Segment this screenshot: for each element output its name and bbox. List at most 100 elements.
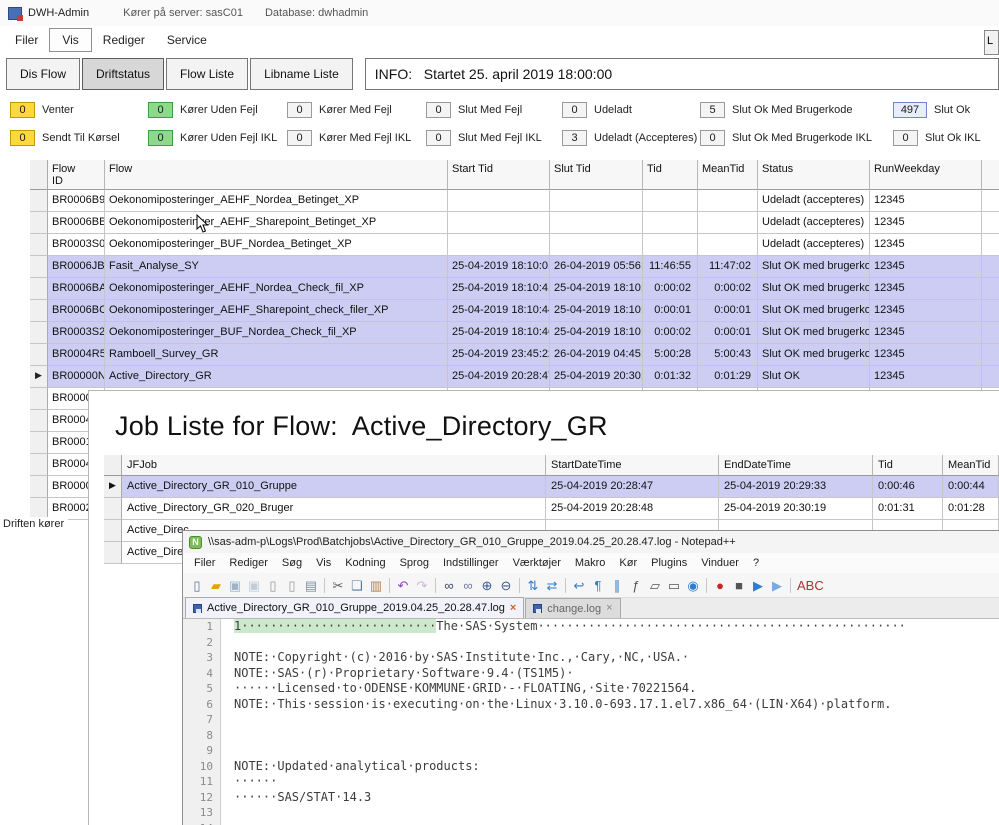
toolbar-icon[interactable] <box>432 576 439 595</box>
column-header[interactable]: Slut Tid <box>550 160 643 190</box>
column-header[interactable]: MeanTid <box>698 160 758 190</box>
menu-item[interactable]: Rediger <box>92 28 156 52</box>
row-selector[interactable] <box>104 498 122 520</box>
row-selector[interactable]: ▶ <box>30 366 48 388</box>
undo-icon[interactable]: ↶ <box>394 576 412 595</box>
column-header[interactable]: MeanTid <box>943 455 999 476</box>
play-macro-icon[interactable]: ▶ <box>749 576 767 595</box>
row-selector[interactable] <box>30 388 48 410</box>
notepad-menu-item[interactable]: Værktøjer <box>506 554 568 572</box>
record-macro-icon[interactable]: ● <box>711 576 729 595</box>
row-selector[interactable] <box>30 432 48 454</box>
column-header[interactable]: Flow ID <box>48 160 105 190</box>
view-tab-button[interactable]: Dis Flow <box>6 58 80 90</box>
notepad-menu-item[interactable]: ? <box>746 554 766 572</box>
new-file-icon[interactable]: ▯ <box>188 576 206 595</box>
show-all-characters-icon[interactable]: ¶ <box>589 576 607 595</box>
document-map-icon[interactable]: ▱ <box>646 576 664 595</box>
row-selector[interactable] <box>104 542 122 564</box>
menu-item[interactable]: Service <box>156 28 218 52</box>
cut-icon[interactable]: ✂ <box>329 576 347 595</box>
flow-row[interactable]: BR0006BC Oekonomiposteringer_AEHF_Sharep… <box>30 300 999 322</box>
column-header[interactable]: Tid <box>643 160 698 190</box>
copy-icon[interactable]: ❏ <box>348 576 366 595</box>
flow-row[interactable]: BR0006JB Fasit_Analyse_SY 25-04-2019 18:… <box>30 256 999 278</box>
flow-row[interactable]: BR0004R5 Ramboell_Survey_GR 25-04-2019 2… <box>30 344 999 366</box>
flow-row[interactable]: BR0006B9 Oekonomiposteringer_AEHF_Nordea… <box>30 190 999 212</box>
run-macro-multiple-icon[interactable]: ▶ <box>768 576 786 595</box>
column-header[interactable]: Tid <box>873 455 943 476</box>
flow-row[interactable]: BR0006BA Oekonomiposteringer_AEHF_Nordea… <box>30 278 999 300</box>
close-all-files-icon[interactable]: ▯ <box>283 576 301 595</box>
notepad-menu-item[interactable]: Kør <box>612 554 644 572</box>
close-file-icon[interactable]: ▯ <box>264 576 282 595</box>
menu-item[interactable]: Filer <box>4 28 49 52</box>
toolbar-icon[interactable] <box>516 576 523 595</box>
flow-row[interactable]: BR0003S2 Oekonomiposteringer_BUF_Nordea_… <box>30 322 999 344</box>
toolbar-icon[interactable] <box>321 576 328 595</box>
notepad-menu-item[interactable]: Rediger <box>222 554 275 572</box>
stop-macro-icon[interactable]: ■ <box>730 576 748 595</box>
flow-row[interactable]: ▶ BR00000N Active_Directory_GR 25-04-201… <box>30 366 999 388</box>
save-all-icon[interactable]: ▣ <box>245 576 263 595</box>
row-selector[interactable] <box>30 256 48 278</box>
flow-row[interactable]: BR0006BB Oekonomiposteringer_AEHF_Sharep… <box>30 212 999 234</box>
corner-button[interactable]: L <box>984 30 999 55</box>
row-selector[interactable] <box>30 322 48 344</box>
find-icon[interactable]: ∞ <box>440 576 458 595</box>
row-selector[interactable] <box>30 410 48 432</box>
row-selector[interactable] <box>104 520 122 542</box>
column-header[interactable]: Flow <box>105 160 448 190</box>
toolbar-icon[interactable] <box>562 576 569 595</box>
notepad-menu-item[interactable]: Vinduer <box>694 554 746 572</box>
open-folder-icon[interactable]: ▰ <box>207 576 225 595</box>
row-selector[interactable] <box>30 278 48 300</box>
redo-icon[interactable]: ↷ <box>413 576 431 595</box>
view-tab-button[interactable]: Driftstatus <box>82 58 164 90</box>
row-selector[interactable] <box>30 344 48 366</box>
log-editor[interactable]: 1 1···························The·SAS·Sy… <box>183 619 999 825</box>
notepad-menu-item[interactable]: Plugins <box>644 554 694 572</box>
tab-close-icon[interactable]: × <box>606 603 612 614</box>
row-selector[interactable]: ▶ <box>104 476 122 498</box>
notepad-menu-item[interactable]: Filer <box>187 554 222 572</box>
toolbar-icon[interactable] <box>386 576 393 595</box>
notepad-menu-item[interactable]: Vis <box>309 554 338 572</box>
notepad-menu-item[interactable]: Kodning <box>338 554 392 572</box>
sync-horizontal-icon[interactable]: ⇄ <box>543 576 561 595</box>
replace-icon[interactable]: ∞ <box>459 576 477 595</box>
column-header[interactable]: Start Tid <box>448 160 550 190</box>
row-selector[interactable] <box>30 300 48 322</box>
row-selector[interactable] <box>30 454 48 476</box>
zoom-in-icon[interactable]: ⊕ <box>478 576 496 595</box>
word-wrap-icon[interactable]: ↩ <box>570 576 588 595</box>
notepad-titlebar[interactable]: N \\sas-adm-p\Logs\Prod\Batchjobs\Active… <box>183 531 999 553</box>
spell-check-icon[interactable]: ABC <box>795 576 826 595</box>
select-all-corner[interactable] <box>30 160 48 190</box>
toolbar-icon[interactable] <box>703 576 710 595</box>
flow-row[interactable]: BR0003S0 Oekonomiposteringer_BUF_Nordea_… <box>30 234 999 256</box>
notepad-menu-item[interactable]: Makro <box>568 554 613 572</box>
sync-vertical-icon[interactable]: ⇅ <box>524 576 542 595</box>
notepad-menu-item[interactable]: Sprog <box>393 554 436 572</box>
menu-item[interactable]: Vis <box>49 28 91 52</box>
zoom-out-icon[interactable]: ⊖ <box>497 576 515 595</box>
paste-icon[interactable]: ▥ <box>367 576 385 595</box>
column-header[interactable]: Status <box>758 160 870 190</box>
column-header[interactable]: RunWeekday <box>870 160 982 190</box>
view-tab-button[interactable]: Libname Liste <box>250 58 353 90</box>
notepad-menu-item[interactable]: Søg <box>275 554 309 572</box>
row-selector[interactable] <box>30 212 48 234</box>
select-all-corner[interactable] <box>104 455 122 476</box>
indent-guide-icon[interactable]: ∥ <box>608 576 626 595</box>
print-icon[interactable]: ▤ <box>302 576 320 595</box>
row-selector[interactable] <box>30 190 48 212</box>
notepad-menu-item[interactable]: Indstillinger <box>436 554 506 572</box>
column-header[interactable]: JFJob <box>122 455 546 476</box>
row-selector[interactable] <box>30 476 48 498</box>
column-header[interactable]: EndDateTime <box>719 455 873 476</box>
editor-tab[interactable]: change.log × <box>525 598 620 618</box>
job-row[interactable]: ▶ Active_Directory_GR_010_Gruppe 25-04-2… <box>104 476 999 498</box>
tab-close-icon[interactable]: × <box>510 603 516 614</box>
file-monitor-icon[interactable]: ◉ <box>684 576 702 595</box>
